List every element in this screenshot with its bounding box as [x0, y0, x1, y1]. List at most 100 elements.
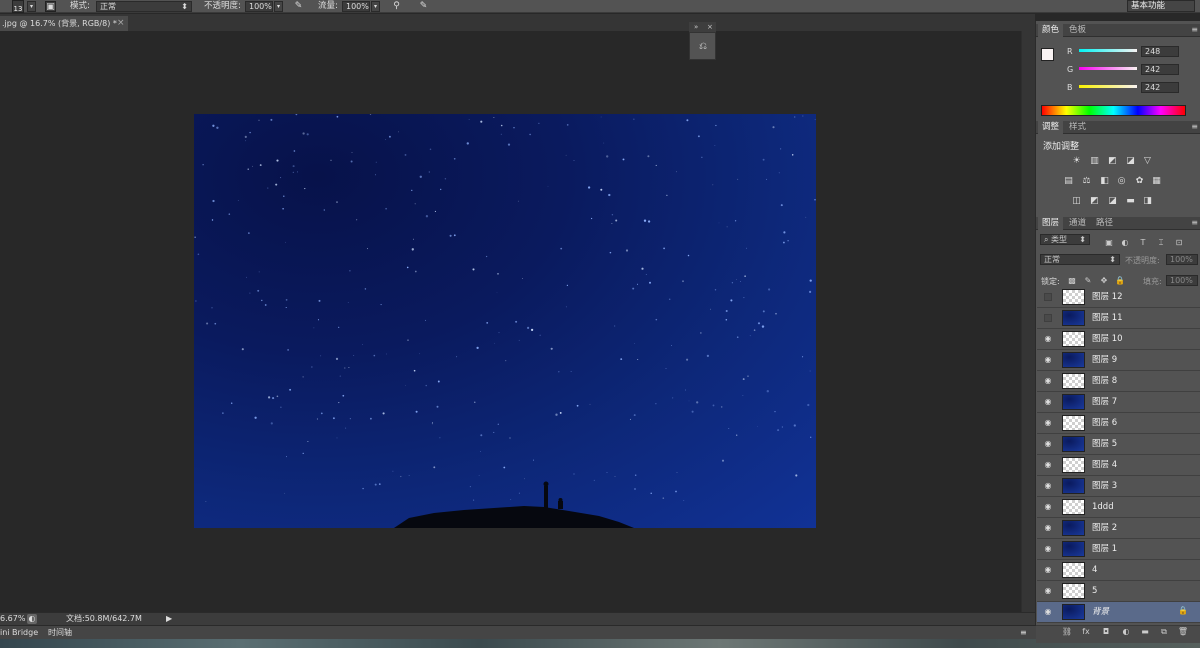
visibility-eye-icon[interactable]: ◉: [1043, 502, 1053, 512]
blue-slider[interactable]: [1079, 85, 1137, 88]
visibility-eye-icon[interactable]: ◉: [1043, 523, 1053, 533]
document-tab[interactable]: .jpg @ 16.7% (背景, RGB/8) *: [0, 16, 128, 31]
pen-pressure-size-icon[interactable]: ✎: [418, 1, 429, 12]
filter-pixel-icon[interactable]: ▣: [1104, 238, 1114, 248]
brightness-contrast-icon[interactable]: ☀: [1071, 156, 1082, 167]
gradient-map-icon[interactable]: ▽: [1142, 156, 1153, 167]
vibrance-icon[interactable]: ▤: [1063, 176, 1074, 187]
tab-color[interactable]: 颜色: [1038, 24, 1064, 37]
blue-value-input[interactable]: 242: [1141, 82, 1179, 93]
visibility-eye-icon[interactable]: ◉: [1043, 460, 1053, 470]
invert-icon[interactable]: ◫: [1071, 196, 1082, 207]
visibility-off-icon[interactable]: [1044, 293, 1052, 301]
tab-styles[interactable]: 样式: [1065, 121, 1090, 134]
hue-saturation-icon[interactable]: ◨: [1142, 196, 1153, 207]
status-info-icon[interactable]: ◐: [27, 614, 37, 624]
lock-transparent-icon[interactable]: ▩: [1067, 276, 1077, 286]
vertical-scrollbar[interactable]: [1021, 31, 1035, 612]
levels-icon[interactable]: ▥: [1089, 156, 1100, 167]
layer-row[interactable]: ◉ 图层 7: [1037, 392, 1200, 413]
channel-mixer-icon[interactable]: ✿: [1134, 176, 1145, 187]
lock-all-icon[interactable]: 🔒: [1115, 276, 1125, 286]
filter-type-icon[interactable]: T: [1138, 238, 1148, 248]
history-brush-icon[interactable]: ⎌: [696, 40, 710, 54]
layer-row[interactable]: 图层 11: [1037, 308, 1200, 329]
visibility-eye-icon[interactable]: ◉: [1043, 418, 1053, 428]
document-canvas[interactable]: [194, 114, 816, 528]
panel-menu-icon[interactable]: ≡: [1191, 24, 1198, 35]
tab-adjustments[interactable]: 调整: [1038, 121, 1064, 134]
tab-layers[interactable]: 图层: [1038, 217, 1064, 230]
red-slider[interactable]: [1079, 49, 1137, 52]
filter-adjustment-icon[interactable]: ◐: [1120, 238, 1130, 248]
tab-swatches[interactable]: 色板: [1065, 24, 1090, 37]
close-tab-icon[interactable]: ×: [117, 16, 127, 31]
visibility-eye-icon[interactable]: ◉: [1043, 439, 1053, 449]
visibility-eye-icon[interactable]: ◉: [1043, 376, 1053, 386]
visibility-eye-icon[interactable]: ◉: [1043, 481, 1053, 491]
link-layers-icon[interactable]: ⛓: [1061, 626, 1073, 638]
visibility-off-icon[interactable]: [1044, 314, 1052, 322]
opacity-dropdown[interactable]: ▾: [274, 1, 283, 12]
spectrum-ramp[interactable]: [1041, 105, 1186, 116]
layer-row[interactable]: ◉ 1ddd: [1037, 497, 1200, 518]
layer-row[interactable]: ◉ 图层 5: [1037, 434, 1200, 455]
layer-row[interactable]: ◉ 4: [1037, 560, 1200, 581]
visibility-eye-icon[interactable]: ◉: [1043, 334, 1053, 344]
new-adjustment-layer-icon[interactable]: ◐: [1120, 626, 1132, 638]
tab-channels[interactable]: 通道: [1065, 217, 1090, 230]
pen-pressure-opacity-icon[interactable]: ✎: [293, 1, 304, 12]
photo-filter-icon[interactable]: ◎: [1116, 176, 1127, 187]
color-lookup-icon[interactable]: ▦: [1151, 176, 1162, 187]
panel-menu-icon[interactable]: ≡: [1191, 217, 1198, 228]
flow-dropdown[interactable]: ▾: [371, 1, 380, 12]
filter-smart-object-icon[interactable]: ⊡: [1174, 238, 1184, 248]
panel-menu-icon[interactable]: ≡: [1191, 121, 1198, 132]
visibility-eye-icon[interactable]: ◉: [1043, 565, 1053, 575]
layer-row[interactable]: ◉ 图层 4: [1037, 455, 1200, 476]
lock-image-icon[interactable]: ✎: [1083, 276, 1093, 286]
opacity-input[interactable]: 100%: [245, 1, 273, 12]
visibility-eye-icon[interactable]: ◉: [1043, 607, 1053, 617]
visibility-eye-icon[interactable]: ◉: [1043, 355, 1053, 365]
black-white-icon[interactable]: ◧: [1099, 176, 1110, 187]
timeline-tab[interactable]: 时间轴: [48, 626, 72, 639]
brush-panel-icon[interactable]: ▣: [45, 1, 56, 12]
collapse-icon[interactable]: »: [694, 22, 698, 32]
foreground-color-swatch[interactable]: [1041, 48, 1054, 61]
green-slider[interactable]: [1079, 67, 1137, 70]
new-group-folder-icon[interactable]: ▬: [1139, 626, 1151, 638]
mini-bridge-tab[interactable]: ini Bridge: [0, 626, 38, 639]
status-menu-arrow-icon[interactable]: ▶: [166, 613, 172, 625]
layer-style-fx-icon[interactable]: fx: [1080, 626, 1092, 638]
blend-mode-select[interactable]: 正常 ⬍: [1040, 254, 1120, 265]
workspace-switcher[interactable]: 基本功能: [1127, 0, 1195, 12]
filter-shape-icon[interactable]: ⌶: [1156, 238, 1166, 248]
posterize-icon[interactable]: ◩: [1089, 196, 1100, 207]
mode-select[interactable]: 正常 ⬍: [96, 1, 192, 12]
selective-color-icon[interactable]: ▬: [1125, 196, 1136, 207]
layer-row[interactable]: ◉ 5: [1037, 581, 1200, 602]
bottom-panel-menu-icon[interactable]: ≡: [1020, 626, 1027, 639]
visibility-eye-icon[interactable]: ◉: [1043, 397, 1053, 407]
layer-row[interactable]: ◉ 图层 6: [1037, 413, 1200, 434]
layer-row[interactable]: 图层 12: [1037, 287, 1200, 308]
fill-input[interactable]: 100%: [1166, 275, 1198, 286]
layer-row[interactable]: ◉ 图层 10: [1037, 329, 1200, 350]
close-icon[interactable]: ×: [707, 22, 713, 32]
exposure-icon[interactable]: ◪: [1125, 156, 1136, 167]
threshold-icon[interactable]: ◪: [1107, 196, 1118, 207]
flow-input[interactable]: 100%: [342, 1, 370, 12]
zoom-level[interactable]: 6.67%: [0, 613, 25, 625]
red-value-input[interactable]: 248: [1141, 46, 1179, 57]
green-value-input[interactable]: 242: [1141, 64, 1179, 75]
visibility-eye-icon[interactable]: ◉: [1043, 586, 1053, 596]
layer-row[interactable]: ◉ 图层 2: [1037, 518, 1200, 539]
color-balance-icon[interactable]: ⚖: [1081, 176, 1092, 187]
visibility-eye-icon[interactable]: ◉: [1043, 544, 1053, 554]
delete-layer-trash-icon[interactable]: 🗑: [1177, 626, 1189, 638]
layer-row[interactable]: ◉ 背景 🔒: [1037, 602, 1200, 623]
brush-preset-picker[interactable]: 13: [12, 0, 24, 13]
tab-paths[interactable]: 路径: [1092, 217, 1117, 230]
new-layer-icon[interactable]: ⧉: [1158, 626, 1170, 638]
